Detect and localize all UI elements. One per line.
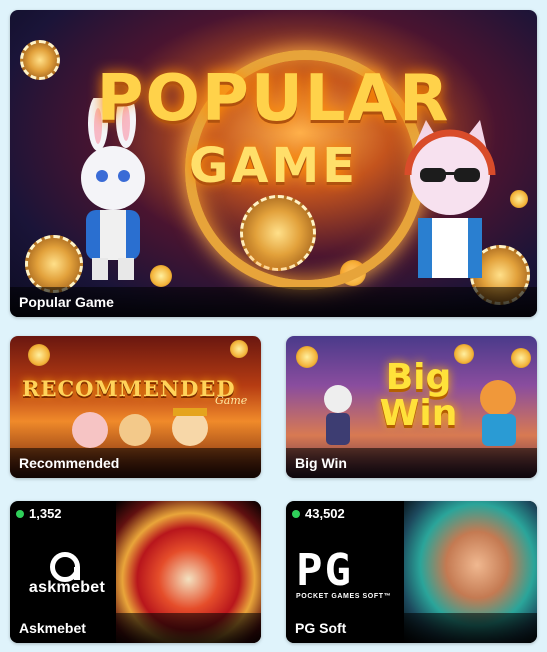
- askmebet-logo-text: askmebet: [28, 579, 106, 596]
- card-label: Popular Game: [10, 287, 537, 317]
- hero-title-line2: GAME: [188, 138, 359, 194]
- coin-decoration: [511, 348, 531, 368]
- recommended-art-title: RECOMMENDED: [22, 376, 236, 401]
- pg-soft-logo-icon: PG: [296, 545, 353, 596]
- pg-soft-logo-subtext: POCKET GAMES SOFT™: [296, 593, 392, 600]
- recommended-art-subtitle: Game: [215, 394, 248, 407]
- skeleton-character-illustration: [324, 385, 352, 445]
- big-win-art-title: Big Win: [371, 360, 466, 432]
- askmebet-provider-card[interactable]: 1,352 askmebet Askmebet: [10, 501, 261, 643]
- recommended-card[interactable]: RECOMMENDED Game Recommended: [10, 336, 261, 478]
- game-count: 43,502: [305, 506, 345, 521]
- card-label: Recommended: [10, 448, 261, 478]
- big-win-art-line1: Big: [385, 357, 452, 398]
- card-label: PG Soft: [286, 613, 537, 643]
- askmebet-logo-icon: [50, 552, 80, 582]
- coin-decoration: [28, 344, 50, 366]
- popular-game-card[interactable]: POPULAR GAME Popular Game: [10, 10, 537, 317]
- game-count: 1,352: [29, 506, 62, 521]
- online-status-dot-icon: [292, 509, 300, 518]
- hero-title-line1: POPULAR: [96, 62, 451, 136]
- card-label: Askmebet: [10, 613, 261, 643]
- coin-decoration: [230, 340, 248, 358]
- big-win-card[interactable]: Big Win Big Win: [286, 336, 537, 478]
- coin-decoration: [296, 346, 318, 368]
- online-status-dot-icon: [16, 509, 24, 518]
- recommended-characters-illustration: [72, 408, 208, 448]
- pg-soft-provider-card[interactable]: 43,502 PG POCKET GAMES SOFT™ PG Soft: [286, 501, 537, 643]
- card-label: Big Win: [286, 448, 537, 478]
- big-win-art-line2: Win: [379, 393, 458, 434]
- game-count-badge: 43,502: [288, 506, 349, 521]
- tiger-character-illustration: [480, 380, 516, 446]
- game-count-badge: 1,352: [12, 506, 66, 521]
